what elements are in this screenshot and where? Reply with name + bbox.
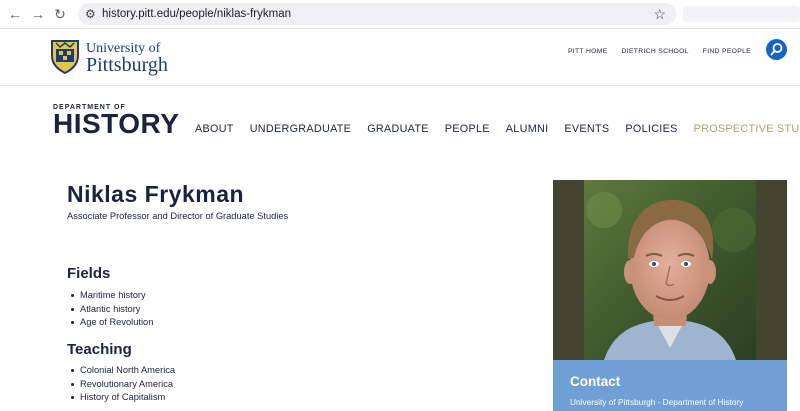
utility-nav: PITT HOME DIETRICH SCHOOL FIND PEOPLE bbox=[568, 47, 751, 57]
site-settings-icon[interactable]: ⚙ bbox=[85, 6, 96, 22]
back-arrow-icon[interactable]: ← bbox=[6, 5, 24, 23]
fields-list: Maritime history Atlantic history Age of… bbox=[70, 289, 153, 330]
bookmark-star-icon[interactable]: ☆ bbox=[653, 5, 666, 23]
person-title: Associate Professor and Director of Grad… bbox=[67, 211, 289, 221]
forward-arrow-icon[interactable]: → bbox=[29, 5, 47, 23]
main-navigation: ABOUT UNDERGRADUATE GRADUATE PEOPLE ALUM… bbox=[195, 122, 800, 136]
list-item: History of Capitalism bbox=[70, 391, 175, 405]
list-item: Atlantic history bbox=[70, 303, 153, 317]
nav-about[interactable]: ABOUT bbox=[195, 122, 234, 136]
url-text[interactable]: history.pitt.edu/people/niklas-frykman bbox=[102, 7, 291, 21]
find-people-link[interactable]: FIND PEOPLE bbox=[703, 47, 751, 57]
nav-alumni[interactable]: ALUMNI bbox=[506, 122, 549, 136]
toolbar-extension-area bbox=[683, 6, 800, 22]
pitt-home-link[interactable]: PITT HOME bbox=[568, 47, 608, 57]
nav-events[interactable]: EVENTS bbox=[564, 122, 609, 136]
university-logo[interactable]: University of Pittsburgh bbox=[50, 38, 180, 76]
nav-prospective-students[interactable]: PROSPECTIVE STUDENTS bbox=[694, 122, 800, 136]
nav-people[interactable]: PEOPLE bbox=[445, 122, 490, 136]
person-name: Niklas Frykman bbox=[67, 181, 245, 207]
list-item: Colonial North America bbox=[70, 364, 175, 378]
university-name-line2: Pittsburgh bbox=[86, 54, 168, 76]
nav-graduate[interactable]: GRADUATE bbox=[367, 122, 429, 136]
address-bar[interactable]: ⚙ history.pitt.edu/people/niklas-frykman… bbox=[78, 3, 676, 25]
contact-card: Contact University of Pittsburgh - Depar… bbox=[553, 360, 787, 411]
list-item: Maritime history bbox=[70, 289, 153, 303]
pitt-shield-icon bbox=[51, 40, 79, 74]
list-item: Age of Revolution bbox=[70, 316, 153, 330]
teaching-list: Colonial North America Revolutionary Ame… bbox=[70, 364, 175, 405]
browser-toolbar: ← → ↻ ⚙ history.pitt.edu/people/niklas-f… bbox=[0, 0, 800, 29]
nav-policies[interactable]: POLICIES bbox=[625, 122, 677, 136]
reload-icon[interactable]: ↻ bbox=[51, 5, 69, 23]
contact-heading: Contact bbox=[570, 374, 621, 389]
search-icon bbox=[770, 43, 783, 56]
department-logo[interactable]: DEPARTMENT OF HISTORY bbox=[53, 103, 180, 139]
profile-photo bbox=[553, 180, 787, 360]
contact-department: University of Pittsburgh - Department of… bbox=[570, 397, 744, 407]
nav-undergraduate[interactable]: UNDERGRADUATE bbox=[250, 122, 351, 136]
list-item: Revolutionary America bbox=[70, 378, 175, 392]
dietrich-school-link[interactable]: DIETRICH SCHOOL bbox=[622, 47, 689, 57]
university-header: University of Pittsburgh PITT HOME DIETR… bbox=[0, 29, 800, 86]
teaching-heading: Teaching bbox=[67, 341, 132, 358]
fields-heading: Fields bbox=[67, 265, 111, 282]
department-name: HISTORY bbox=[53, 108, 180, 139]
portrait-image bbox=[584, 180, 756, 360]
search-button[interactable] bbox=[766, 39, 787, 60]
